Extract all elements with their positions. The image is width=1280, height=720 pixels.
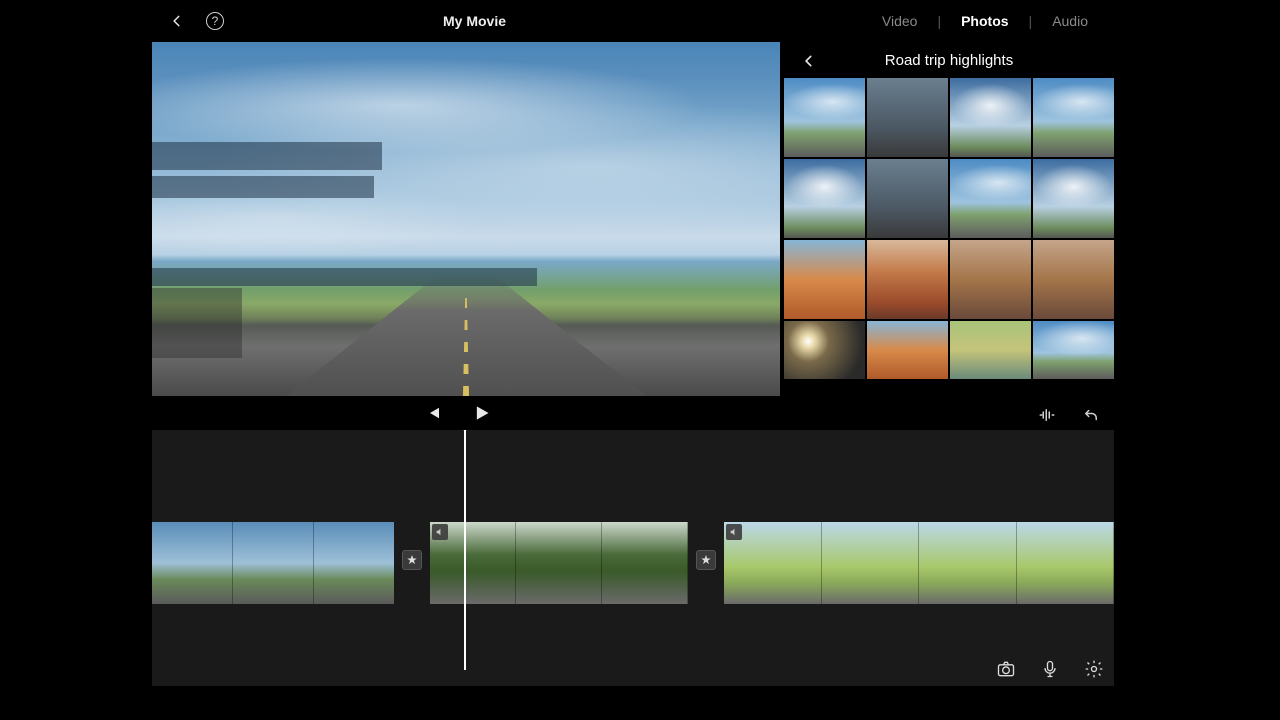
- photo-thumb-overcast-mesa[interactable]: [867, 159, 948, 238]
- undo-icon: [1082, 406, 1100, 424]
- chevron-left-icon: [802, 54, 816, 68]
- transition-2[interactable]: [696, 550, 716, 570]
- star-icon: [700, 554, 712, 566]
- photo-grid: [784, 78, 1114, 379]
- title-overlay-box[interactable]: [152, 288, 242, 358]
- skip-to-start-button[interactable]: [422, 402, 444, 424]
- mute-icon: [435, 527, 445, 537]
- undo-button[interactable]: [1080, 404, 1102, 426]
- photo-thumb-cloud-field[interactable]: [1033, 159, 1114, 238]
- mute-badge: [432, 524, 448, 540]
- audio-waveform-button[interactable]: [1036, 404, 1058, 426]
- photo-thumb-canyon[interactable]: [1033, 240, 1114, 319]
- mute-badge: [726, 524, 742, 540]
- transport-controls: [152, 396, 1114, 430]
- back-button[interactable]: [170, 14, 184, 28]
- album-back-button[interactable]: [802, 54, 816, 72]
- settings-button[interactable]: [1084, 659, 1104, 684]
- photo-thumb-highway-3[interactable]: [950, 159, 1031, 238]
- photo-thumb-desert-brush[interactable]: [950, 240, 1031, 319]
- top-bar: ? My Movie Video | Photos | Audio: [152, 6, 1114, 36]
- tab-video[interactable]: Video: [862, 13, 938, 29]
- photo-thumb-sky-blue[interactable]: [1033, 321, 1114, 379]
- timeline[interactable]: [152, 430, 1114, 686]
- media-browser: Road trip highlights: [784, 42, 1114, 396]
- preview-content: [152, 276, 780, 396]
- title-overlay-line3[interactable]: [152, 268, 537, 286]
- timeline-clip-fields[interactable]: [724, 522, 1114, 604]
- chevron-left-icon: [170, 14, 184, 28]
- title-overlay-line1[interactable]: [152, 142, 382, 170]
- photo-thumb-highway-2[interactable]: [1033, 78, 1114, 157]
- timeline-clip-highway[interactable]: [152, 522, 394, 604]
- camera-icon: [996, 659, 1016, 679]
- audio-waveform-icon: [1038, 406, 1056, 424]
- video-preview[interactable]: [152, 42, 780, 396]
- tab-audio[interactable]: Audio: [1032, 13, 1108, 29]
- mute-icon: [729, 527, 739, 537]
- transition-1[interactable]: [402, 550, 422, 570]
- help-button[interactable]: ?: [206, 12, 224, 30]
- timeline-clip-forest-road[interactable]: [430, 522, 688, 604]
- star-icon: [406, 554, 418, 566]
- playhead[interactable]: [464, 430, 466, 670]
- play-button[interactable]: [470, 402, 492, 424]
- main-area: Road trip highlights: [152, 42, 1114, 396]
- project-title: My Movie: [443, 13, 506, 29]
- photo-thumb-sky-road[interactable]: [784, 159, 865, 238]
- app-frame: ? My Movie Video | Photos | Audio Road t…: [152, 6, 1114, 714]
- settings-gear-icon: [1084, 659, 1104, 679]
- skip-back-icon: [424, 404, 442, 422]
- photo-thumb-monument-valley[interactable]: [784, 240, 865, 319]
- album-title: Road trip highlights: [885, 52, 1013, 69]
- play-icon: [471, 403, 491, 423]
- photo-thumb-storm-road[interactable]: [867, 78, 948, 157]
- microphone-icon: [1040, 659, 1060, 679]
- microphone-button[interactable]: [1040, 659, 1060, 684]
- photo-thumb-big-clouds[interactable]: [950, 78, 1031, 157]
- bottom-toolbar: [996, 659, 1104, 684]
- photo-thumb-sun-flare[interactable]: [784, 321, 865, 379]
- photo-thumb-highway-1[interactable]: [784, 78, 865, 157]
- photo-thumb-red-rocks[interactable]: [867, 240, 948, 319]
- media-browser-header: Road trip highlights: [784, 42, 1114, 78]
- title-overlay-line2[interactable]: [152, 176, 374, 198]
- photo-thumb-yellow-lake[interactable]: [950, 321, 1031, 379]
- tab-photos[interactable]: Photos: [941, 13, 1028, 29]
- camera-button[interactable]: [996, 659, 1016, 684]
- photo-thumb-arches[interactable]: [867, 321, 948, 379]
- media-tabs: Video | Photos | Audio: [862, 13, 1108, 29]
- clips-row: [152, 520, 1114, 606]
